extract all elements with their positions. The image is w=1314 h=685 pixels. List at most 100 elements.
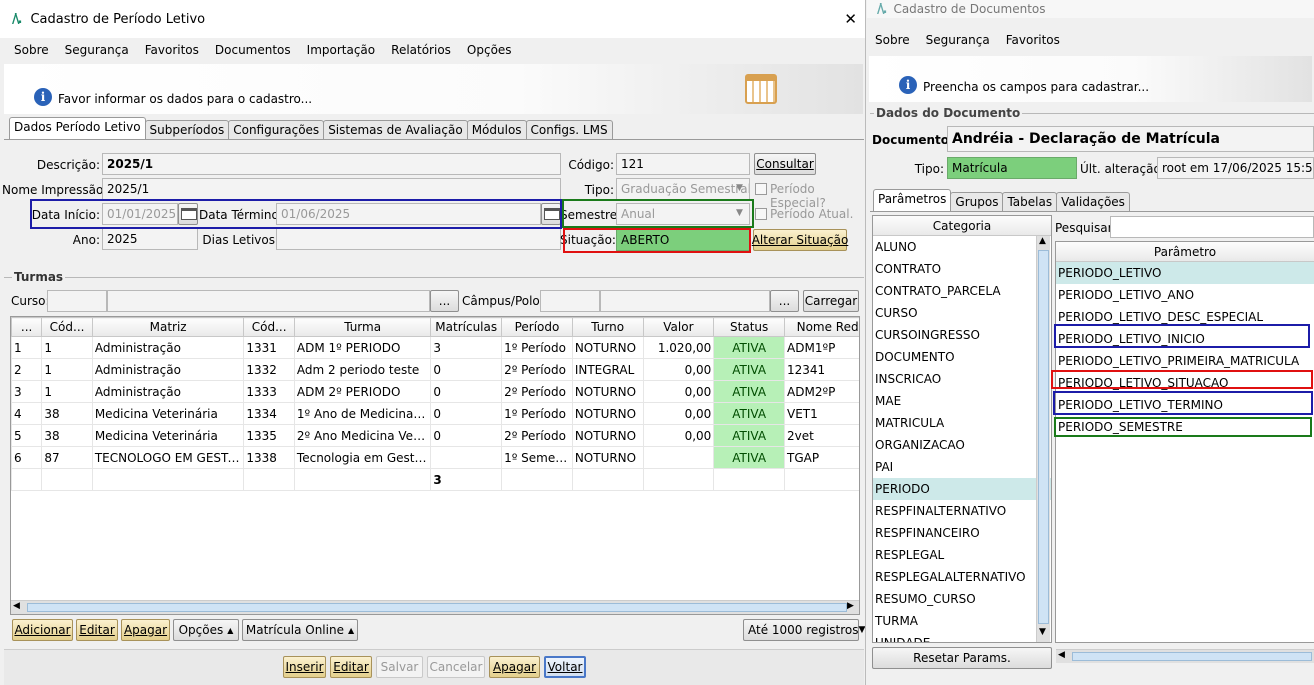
scroll-right-icon[interactable]: ▶ <box>847 601 854 611</box>
campus-code-field[interactable] <box>540 290 600 312</box>
column-header[interactable]: Status <box>713 317 786 337</box>
categoria-item[interactable]: ALUNO <box>873 236 1051 258</box>
apagar-grid-button[interactable]: Apagar <box>121 619 170 641</box>
tab-configuracoes[interactable]: Configurações <box>228 120 325 139</box>
apagar-button[interactable]: Apagar <box>489 656 540 678</box>
tab-grupos[interactable]: Grupos <box>950 192 1004 211</box>
categoria-item[interactable]: MAE <box>873 390 1051 412</box>
categoria-item[interactable]: RESPLEGAL <box>873 544 1051 566</box>
periodo-especial-checkbox[interactable] <box>755 183 767 195</box>
limite-registros-select[interactable]: Até 1000 registros ▼ <box>743 619 865 641</box>
ano-field[interactable]: 2025 <box>102 228 198 250</box>
categoria-item[interactable]: UNIDADE <box>873 632 1051 642</box>
column-header[interactable]: Turma <box>293 317 432 337</box>
table-row[interactable]: 687TECNOLOGO EM GESTÃO DE AGRONEGÓCIO133… <box>11 446 859 469</box>
tab-validacoes[interactable]: Validações <box>1056 192 1130 211</box>
table-row[interactable]: 2 1 Administração 1332 Adm 2 periodo teste 0 2… <box>11 358 859 381</box>
curso-name-field[interactable] <box>107 290 430 312</box>
categoria-item[interactable]: RESUMO_CURSO <box>873 588 1051 610</box>
parametro-item[interactable]: PERIODO_LETIVO <box>1056 262 1314 284</box>
opcoes-button[interactable]: Opções ▲ <box>173 619 239 641</box>
scrollbar-thumb[interactable] <box>27 603 847 612</box>
categoria-item[interactable]: PERIODO <box>873 478 1051 500</box>
carregar-button[interactable]: Carregar <box>803 290 859 312</box>
tab-subperiodos[interactable]: Subperíodos <box>144 120 230 139</box>
tab-parametros[interactable]: Parâmetros <box>873 189 952 211</box>
menu-opcoes[interactable]: Opções <box>459 43 520 57</box>
menu-sobre[interactable]: Sobre <box>867 33 918 47</box>
campus-name-field[interactable] <box>600 290 770 312</box>
table-row[interactable]: 4 38 Medicina Veterinária 1334 1º Ano de Med… <box>11 402 859 425</box>
vertical-scrollbar[interactable]: ▲ ▼ <box>1036 236 1050 642</box>
tab-sistemas-avaliacao[interactable]: Sistemas de Avaliação <box>323 120 468 139</box>
curso-lookup-button[interactable]: ... <box>430 290 459 312</box>
campus-lookup-button[interactable]: ... <box>770 290 799 312</box>
tab-dados-periodo[interactable]: Dados Período Letivo <box>9 117 146 139</box>
scrollbar-thumb[interactable] <box>1038 250 1049 624</box>
tab-tabelas[interactable]: Tabelas <box>1002 192 1058 211</box>
column-header[interactable]: Matrículas <box>430 317 503 337</box>
periodo-atual-checkbox[interactable] <box>755 208 767 220</box>
documento-field[interactable]: Andréia - Declaração de Matrícula <box>947 126 1314 152</box>
editar-grid-button[interactable]: Editar <box>76 619 118 641</box>
categoria-item[interactable]: RESPFINANCEIRO <box>873 522 1051 544</box>
table-row[interactable]: 3 1 Administração 1333 ADM 2º PERIODO 0 2º Per… <box>11 380 859 403</box>
column-header[interactable]: Nome Red. <box>784 317 859 337</box>
categoria-item[interactable]: INSCRICAO <box>873 368 1051 390</box>
scroll-up-icon[interactable]: ▲ <box>1039 236 1046 246</box>
categoria-item[interactable]: MATRICULA <box>873 412 1051 434</box>
menu-favoritos[interactable]: Favoritos <box>998 33 1068 47</box>
column-header[interactable]: Cód... <box>243 317 295 337</box>
menu-favoritos[interactable]: Favoritos <box>137 43 207 57</box>
menu-importacao[interactable]: Importação <box>299 43 383 57</box>
parametro-item[interactable]: PERIODO_LETIVO_PRIMEIRA_MATRICULA <box>1056 350 1314 372</box>
dias-letivos-field[interactable] <box>276 228 561 250</box>
horizontal-scrollbar[interactable]: ◀ ▶ <box>11 600 859 614</box>
table-row[interactable]: 1 1 Administração 1331 ADM 1º PERIODO 3 1º Per… <box>11 336 859 359</box>
parametro-item[interactable]: PERIODO_LETIVO_ANO <box>1056 284 1314 306</box>
tab-configs-lms[interactable]: Configs. LMS <box>525 120 613 139</box>
categoria-item[interactable]: RESPFINALTERNATIVO <box>873 500 1051 522</box>
tab-modulos[interactable]: Módulos <box>466 120 527 139</box>
cancelar-button[interactable]: Cancelar <box>427 656 485 678</box>
categoria-item[interactable]: ORGANIZACAO <box>873 434 1051 456</box>
scroll-left-icon[interactable]: ◀ <box>13 601 20 611</box>
column-header[interactable]: ... <box>11 317 43 337</box>
menu-seguranca[interactable]: Segurança <box>918 33 998 47</box>
menu-sobre[interactable]: Sobre <box>0 43 57 57</box>
scroll-down-icon[interactable]: ▼ <box>1039 627 1046 637</box>
column-header[interactable]: Valor <box>642 317 715 337</box>
codigo-field[interactable]: 121 <box>616 153 750 175</box>
column-header[interactable]: Matriz <box>91 317 245 337</box>
tipo-select[interactable]: Graduação Semestral <box>616 178 750 200</box>
categoria-item[interactable]: RESPLEGALALTERNATIVO <box>873 566 1051 588</box>
menu-documentos[interactable]: Documentos <box>207 43 299 57</box>
table-row[interactable]: 5 38 Medicina Veterinária 1335 2º Ano Medici… <box>11 424 859 447</box>
consultar-button[interactable]: Consultar <box>754 153 816 175</box>
alterar-situacao-button[interactable]: Alterar Situação <box>752 229 848 251</box>
inserir-button[interactable]: Inserir <box>283 656 326 678</box>
menu-relatorios[interactable]: Relatórios <box>383 43 459 57</box>
curso-code-field[interactable] <box>47 290 107 312</box>
scrollbar-thumb[interactable] <box>1072 652 1312 661</box>
column-header[interactable]: Turno <box>571 317 644 337</box>
editar-button[interactable]: Editar <box>330 656 372 678</box>
menu-seguranca[interactable]: Segurança <box>57 43 137 57</box>
categoria-item[interactable]: CONTRATO_PARCELA <box>873 280 1051 302</box>
pesquisar-input[interactable] <box>1110 216 1314 238</box>
categoria-item[interactable]: DOCUMENTO <box>873 346 1051 368</box>
categoria-item[interactable]: PAI <box>873 456 1051 478</box>
categoria-item[interactable]: CONTRATO <box>873 258 1051 280</box>
close-icon[interactable]: ✕ <box>844 10 857 28</box>
scroll-left-icon[interactable]: ◀ <box>1058 650 1065 660</box>
nome-impressao-field[interactable]: 2025/1 <box>102 178 561 200</box>
voltar-button[interactable]: Voltar <box>544 656 586 678</box>
horizontal-scrollbar[interactable]: ◀ <box>1056 649 1314 663</box>
column-header[interactable]: Cód... <box>41 317 93 337</box>
column-header[interactable]: Período <box>501 317 573 337</box>
categoria-item[interactable]: CURSO <box>873 302 1051 324</box>
salvar-button[interactable]: Salvar <box>376 656 423 678</box>
resetar-params-button[interactable]: Resetar Params. <box>872 647 1052 669</box>
categoria-item[interactable]: CURSOINGRESSO <box>873 324 1051 346</box>
descricao-field[interactable]: 2025/1 <box>102 153 561 175</box>
